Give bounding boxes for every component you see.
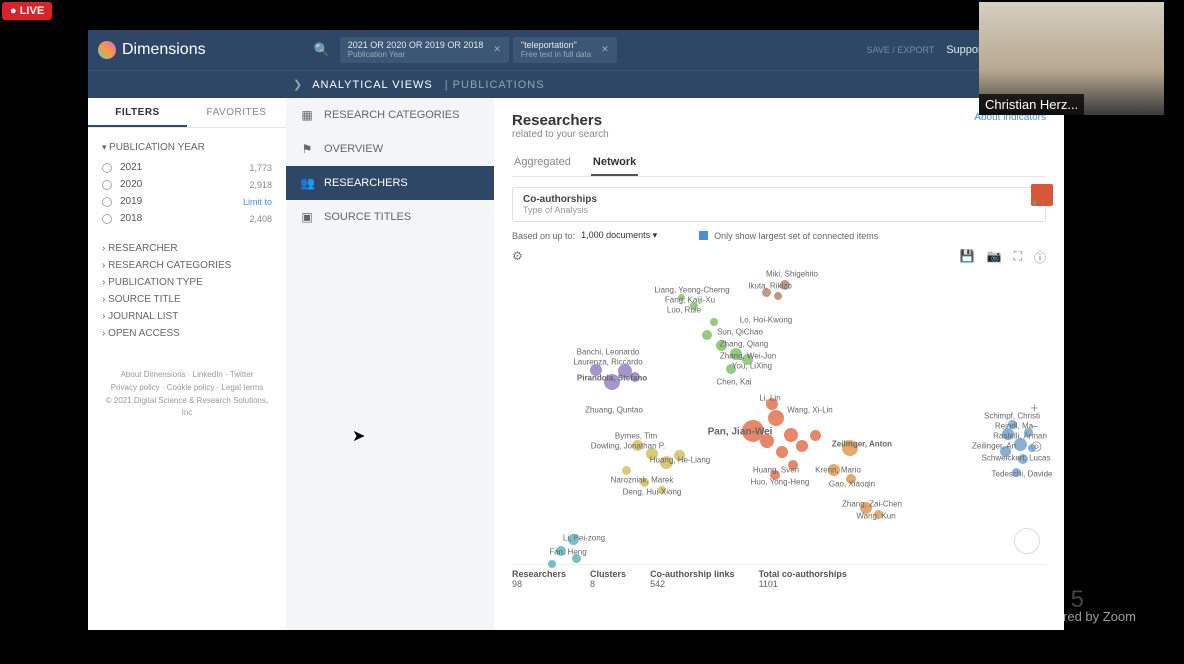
tab-aggregated[interactable]: Aggregated [512,150,573,176]
brand-text: Dimensions [122,41,206,59]
tab-network[interactable]: Network [591,150,638,176]
tab-favorites[interactable]: FAVORITES [187,98,286,127]
based-on-label: Based on up to: [512,231,575,241]
filter-open-access[interactable]: OPEN ACCESS [102,328,272,339]
top-bar: Dimensions 🔍 2021 OR 2020 OR 2019 OR 201… [88,30,1064,70]
checkbox-largest-set[interactable] [699,231,708,240]
filter-publication-year[interactable]: PUBLICATION YEAR [102,142,272,153]
powered-by-label: Powered by Zoom [1031,609,1137,624]
radio-icon[interactable] [102,163,112,173]
info-icon[interactable]: ⓘ [1034,249,1046,266]
locate-icon[interactable]: ◎ [1031,438,1042,454]
fullscreen-icon[interactable]: ⛶ [1014,249,1022,266]
year-row-2021[interactable]: 20211,773 [102,159,272,176]
app-window: Dimensions 🔍 2021 OR 2020 OR 2019 OR 201… [88,30,1064,630]
analysis-select[interactable]: Co-authorships Type of Analysis ▾ [512,187,1046,222]
only-largest-label: Only show largest set of connected items [714,231,878,241]
filter-pill-year[interactable]: 2021 OR 2020 OR 2019 OR 2018 Publication… [340,37,509,64]
close-icon[interactable]: ✕ [601,45,609,55]
graph-stats: Researchers98 Clusters8 Co-authorship li… [512,564,1046,589]
radio-icon[interactable] [102,180,112,190]
publications-tab[interactable]: | PUBLICATIONS [445,79,545,91]
attribution-icon[interactable] [1014,528,1040,554]
search-icon[interactable]: 🔍 [314,42,330,58]
year-row-2018[interactable]: 20182,408 [102,210,272,227]
nav-overview[interactable]: ⚑OVERVIEW [286,132,494,166]
filter-source-title[interactable]: SOURCE TITLE [102,294,272,305]
pill-year-label: Publication Year [348,51,484,60]
year-row-2020[interactable]: 20202,918 [102,176,272,193]
logo-icon [98,41,116,59]
chevron-down-icon[interactable]: ▾ [1032,198,1037,209]
nav-source-titles[interactable]: ▣SOURCE TITLES [286,200,494,234]
page-subtitle: related to your search [512,129,1046,140]
sub-bar: ❯ ANALYTICAL VIEWS | PUBLICATIONS [88,70,1064,98]
flag-icon: ⚑ [300,142,314,156]
book-icon: ▣ [300,210,314,224]
limit-to-link[interactable]: Limit to [243,197,272,207]
analytical-nav: ▦RESEARCH CATEGORIES ⚑OVERVIEW 👥RESEARCH… [286,98,494,630]
gear-icon[interactable]: ⚙ [512,249,523,263]
pill-text-label: Free text in full data [521,51,591,60]
mouse-cursor: ➤ [352,426,365,446]
filter-researcher[interactable]: RESEARCHER [102,243,272,254]
camera-icon[interactable]: 📷 [987,249,1002,266]
footer-links: About Dimensions · LinkedIn · Twitter Pr… [102,369,272,420]
filter-research-categories[interactable]: RESEARCH CATEGORIES [102,260,272,271]
filter-journal-list[interactable]: JOURNAL LIST [102,311,272,322]
tab-filters[interactable]: FILTERS [88,98,187,127]
save-icon[interactable]: 💾 [960,249,975,266]
filters-sidebar: FILTERS FAVORITES PUBLICATION YEAR 20211… [88,98,286,630]
radio-icon[interactable] [102,197,112,207]
nav-researchers[interactable]: 👥RESEARCHERS [286,166,494,200]
year-row-2019[interactable]: 2019Limit to [102,193,272,210]
filter-pill-text[interactable]: "teleportation" Free text in full data ✕ [513,37,617,64]
people-icon: 👥 [300,176,314,190]
analytical-views-tab[interactable]: ANALYTICAL VIEWS [312,79,433,91]
zoom-out-icon[interactable]: − [1031,419,1042,434]
zoom-in-icon[interactable]: + [1031,400,1042,415]
zoom-controls: + − ◎ [1031,400,1042,454]
content-area: Researchers related to your search About… [494,98,1064,630]
chevron-right-icon[interactable]: ❯ [293,78,302,91]
network-graph[interactable]: Banchi, Leonardo Laurenza, Riccardo Pira… [512,270,1046,560]
save-export-link[interactable]: SAVE / EXPORT [867,45,935,55]
radio-icon[interactable] [102,214,112,224]
live-badge: LIVE [2,2,52,20]
page-title: Researchers [512,112,1046,129]
document-count-dropdown[interactable]: 1,000 documents ▾ [581,230,657,241]
filter-publication-type[interactable]: PUBLICATION TYPE [102,277,272,288]
webcam-panel: Christian Herz... [979,2,1164,115]
folder-icon: ▦ [300,108,314,122]
close-icon[interactable]: ✕ [493,45,501,55]
webcam-presenter-name: Christian Herz... [979,94,1084,115]
nav-research-categories[interactable]: ▦RESEARCH CATEGORIES [286,98,494,132]
brand-logo[interactable]: Dimensions [98,41,306,59]
